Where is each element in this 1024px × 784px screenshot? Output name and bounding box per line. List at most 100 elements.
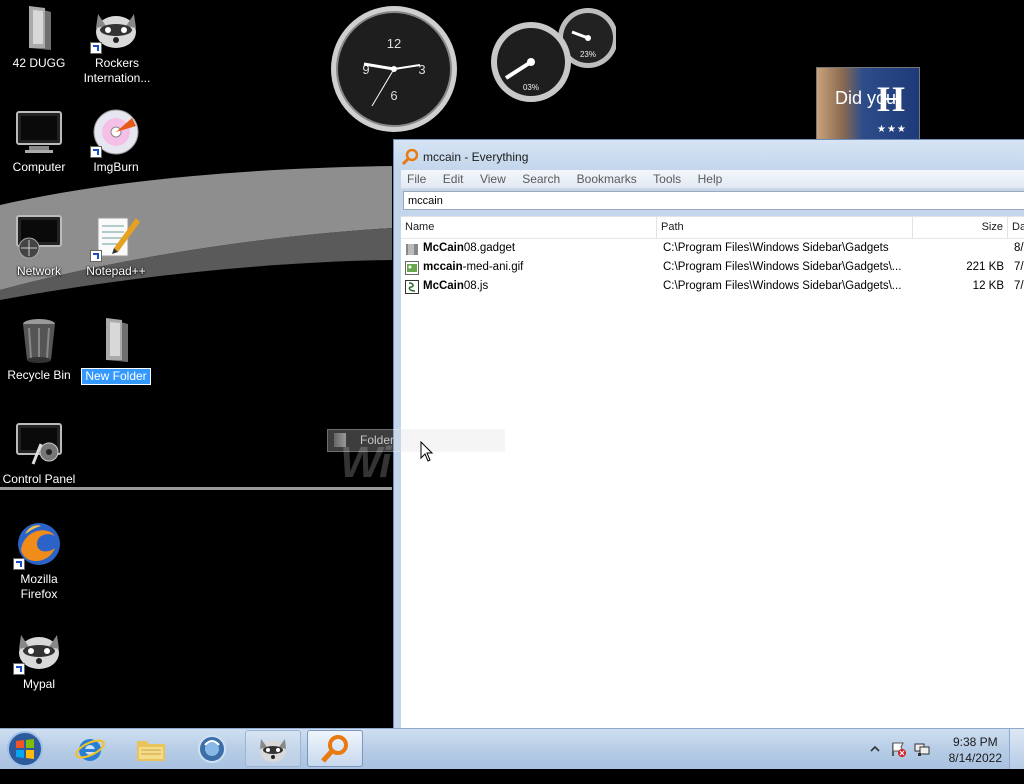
menu-bookmarks[interactable]: Bookmarks: [571, 171, 643, 187]
computer-icon: [15, 108, 63, 156]
desktop-icon-computer[interactable]: Computer: [0, 108, 78, 175]
desktop-icon-control-panel[interactable]: Control Panel: [0, 420, 78, 487]
shortcut-arrow-icon: [13, 558, 25, 570]
desktop-icon-label: Mypal: [22, 677, 55, 691]
desktop-icon-network[interactable]: Network: [0, 212, 78, 279]
wallpaper-line: [0, 487, 392, 490]
disc-icon: [90, 108, 140, 158]
slideshow-logo: H: [877, 79, 906, 119]
file-date: 7/: [1014, 261, 1024, 273]
internet-explorer-icon: [75, 738, 105, 761]
desktop-icon-mypal[interactable]: Mypal: [0, 625, 78, 692]
desktop-icon-label-selected[interactable]: New Folder: [81, 368, 151, 385]
window-title: mccain - Everything: [423, 150, 529, 164]
folder-icon: [334, 433, 346, 447]
menu-file[interactable]: File: [401, 171, 432, 187]
file-name-rest: -med-ani.gif: [462, 261, 524, 273]
desktop-icon-rockers[interactable]: Rockers Internation...: [77, 4, 155, 86]
everything-search-icon: [321, 734, 348, 763]
menu-search[interactable]: Search: [516, 171, 566, 187]
start-button[interactable]: [4, 731, 46, 767]
raccoon-icon: [260, 738, 286, 762]
desktop-icon-42-dugg[interactable]: 42 DUGG: [0, 4, 78, 71]
table-row[interactable]: mccain-med-ani.gif C:\Program Files\Wind…: [401, 258, 1024, 277]
network-tray-icon[interactable]: [914, 741, 930, 781]
network-icon: [15, 212, 63, 260]
menu-view[interactable]: View: [474, 171, 512, 187]
column-header-size[interactable]: Size: [913, 217, 1008, 238]
show-desktop-button[interactable]: [1009, 729, 1024, 769]
file-path: C:\Program Files\Windows Sidebar\Gadgets…: [663, 280, 902, 292]
file-name-rest: 08.gadget: [463, 242, 516, 254]
desktop-icon-label: Control Panel: [2, 472, 76, 486]
column-header-date[interactable]: Da: [1008, 217, 1024, 238]
action-center-flag-icon[interactable]: [890, 741, 906, 781]
drag-ghost-label: Folder: [360, 433, 395, 447]
results-list[interactable]: Name Path Size Da McCain08.gadget C:\Pro…: [401, 216, 1024, 732]
recycle-bin-icon: [15, 316, 63, 364]
file-name-match: McCain: [423, 242, 464, 254]
title-bar[interactable]: mccain - Everything: [394, 140, 1024, 170]
menu-tools[interactable]: Tools: [647, 171, 687, 187]
taskbar-media[interactable]: [184, 730, 240, 767]
file-size: 221 KB: [966, 261, 1004, 273]
cpu-meter-gadget[interactable]: 23% 03%: [490, 6, 616, 102]
desktop-icon-label: Mozilla Firefox: [20, 572, 58, 601]
windows-explorer-icon: [137, 740, 165, 761]
magnifier-icon: [402, 149, 418, 165]
script-file-icon: [405, 280, 419, 294]
desktop-icon-label: Recycle Bin: [7, 368, 71, 382]
slideshow-gadget[interactable]: Did you H ★★★: [816, 67, 920, 141]
raccoon-icon: [90, 4, 140, 54]
clock-time: 9:38 PM: [952, 735, 998, 749]
file-date: 7/: [1014, 280, 1024, 292]
mouse-cursor-icon: [420, 441, 434, 462]
file-name-match: mccain: [423, 261, 463, 273]
clock-numeral: 12: [387, 36, 401, 51]
clock-numeral: 6: [390, 88, 397, 103]
raccoon-icon: [13, 625, 63, 675]
file-size: [913, 239, 1004, 258]
menu-bar: File Edit View Search Bookmarks Tools He…: [401, 170, 1024, 189]
taskbar: 9:38 PM 8/14/2022: [0, 728, 1024, 769]
desktop-icon-new-folder[interactable]: New Folder: [77, 316, 155, 385]
desktop-icon-imgburn[interactable]: ImgBurn: [77, 108, 155, 175]
desktop-icon-label: 42 DUGG: [12, 56, 66, 70]
firefox-icon: [13, 520, 63, 570]
slideshow-stars: ★★★: [877, 124, 907, 135]
desktop-icon-firefox[interactable]: Mozilla Firefox: [0, 520, 78, 602]
menu-edit[interactable]: Edit: [437, 171, 470, 187]
file-path: C:\Program Files\Windows Sidebar\Gadgets: [663, 242, 889, 254]
taskbar-clock[interactable]: 9:38 PM 8/14/2022: [949, 734, 1002, 766]
table-row[interactable]: McCain08.gadget C:\Program Files\Windows…: [401, 239, 1024, 258]
media-icon: [198, 734, 226, 763]
menu-help[interactable]: Help: [692, 171, 729, 187]
desktop-icon-label: Computer: [12, 160, 66, 174]
desktop-icon-label: Notepad++: [86, 264, 146, 278]
file-date: 8/: [1014, 242, 1024, 254]
file-size: 12 KB: [972, 280, 1004, 292]
taskbar-everything[interactable]: [307, 730, 363, 767]
table-row[interactable]: McCain08.js C:\Program Files\Windows Sid…: [401, 277, 1024, 296]
notepad-icon: [90, 212, 140, 262]
gadget-file-icon: [406, 244, 418, 255]
column-header-name[interactable]: Name: [401, 217, 657, 238]
desktop-icon-label: Rockers Internation...: [83, 56, 151, 85]
column-header-path[interactable]: Path: [657, 217, 913, 238]
ram-usage-label: 23%: [580, 50, 596, 59]
shortcut-arrow-icon: [90, 146, 102, 158]
desktop-icon-notepadpp[interactable]: Notepad++: [77, 212, 155, 279]
show-hidden-icons-chevron-icon[interactable]: [870, 744, 880, 784]
taskbar-internet-explorer[interactable]: [62, 730, 118, 767]
column-header-row: Name Path Size Da: [401, 217, 1024, 239]
taskbar-windows-explorer[interactable]: [123, 730, 179, 767]
shortcut-arrow-icon: [13, 663, 25, 675]
clock-gadget[interactable]: 12 3 6 9: [328, 4, 460, 134]
search-input[interactable]: mccain: [403, 191, 1024, 210]
cpu-usage-label: 03%: [523, 83, 539, 92]
taskbar-mypal[interactable]: [245, 730, 301, 767]
shortcut-arrow-icon: [90, 250, 102, 262]
desktop-icon-recycle-bin[interactable]: Recycle Bin: [0, 316, 78, 383]
desktop-icon-label: ImgBurn: [93, 160, 139, 174]
desktop-icon-label: Network: [16, 264, 61, 278]
